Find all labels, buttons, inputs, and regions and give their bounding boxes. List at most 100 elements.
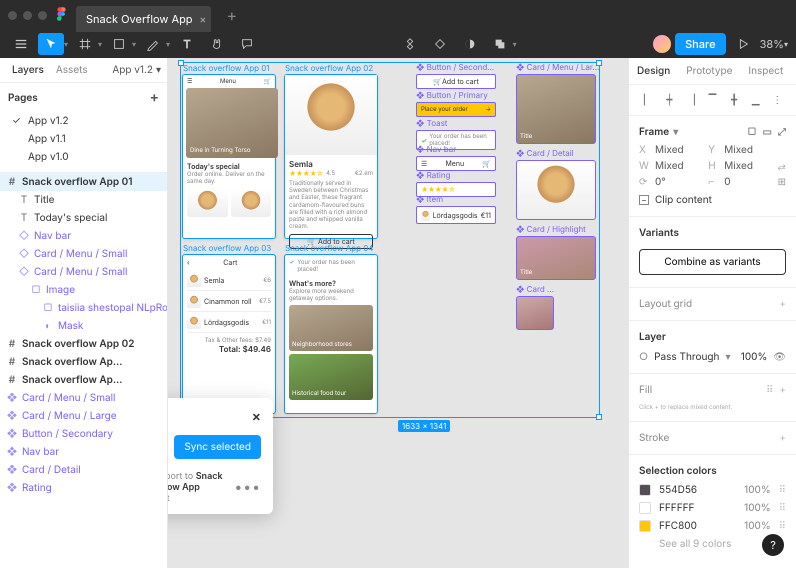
- stroke-heading: Stroke: [639, 432, 669, 444]
- radius-field[interactable]: 0: [724, 176, 730, 188]
- resize-fit-icon[interactable]: ▢: [747, 126, 756, 138]
- layer-row[interactable]: #Snack overflow Ap…: [0, 371, 167, 389]
- x-field[interactable]: Mixed: [655, 144, 684, 156]
- tab-design[interactable]: Design: [629, 58, 678, 84]
- align-vcenter-icon[interactable]: ╋: [723, 91, 745, 109]
- component-tool[interactable]: [397, 33, 423, 55]
- page-dropdown[interactable]: App v1.2▾: [112, 64, 161, 76]
- layer-row[interactable]: ◇Card / Menu / Small: [0, 263, 167, 281]
- layer-row[interactable]: #Snack overflow App 01: [0, 173, 167, 191]
- w-field[interactable]: Mixed: [655, 160, 684, 172]
- clip-content-checkbox[interactable]: Clip content: [655, 194, 712, 206]
- fill-styles-icon[interactable]: ⠿: [766, 384, 773, 396]
- selection-color-row[interactable]: FFC800100%⠿: [629, 517, 796, 535]
- sync-selected-button[interactable]: Sync selected: [174, 435, 261, 459]
- component-button-primary[interactable]: ❖ Button / Primary Place your order→: [416, 102, 496, 117]
- hand-tool[interactable]: [204, 33, 230, 55]
- zoom-level[interactable]: 38%: [760, 37, 784, 51]
- share-button[interactable]: Share: [675, 33, 725, 55]
- page-item[interactable]: App v1.0: [8, 148, 159, 166]
- component-card-small[interactable]: ❖ Card …: [516, 296, 554, 330]
- canvas[interactable]: 1633 × 1341 Snack overflow App 01 ☰Menu🛒…: [168, 58, 628, 568]
- zeplin-popup: Zeplin × # 4 ❖ 10 Sync selected Re-expor…: [168, 398, 273, 514]
- h-field[interactable]: Mixed: [724, 160, 753, 172]
- layer-row[interactable]: #Snack overflow Ap…: [0, 353, 167, 371]
- fill-hint: Click + to replace mixed content.: [629, 400, 796, 415]
- align-top-icon[interactable]: ▔: [702, 91, 724, 109]
- canvas-frame-01[interactable]: Snack overflow App 01 ☰Menu🛒 Dine in Tur…: [182, 74, 276, 239]
- layer-row[interactable]: ▢taisiia shestopal NLpRoIH…: [0, 299, 167, 317]
- help-button[interactable]: ?: [762, 534, 784, 556]
- traffic-lights: [8, 11, 47, 20]
- add-page-button[interactable]: +: [150, 89, 159, 106]
- shape-tool[interactable]: [106, 33, 132, 55]
- layer-row[interactable]: ❖Button / Secondary: [0, 425, 167, 443]
- frame-tool[interactable]: [72, 33, 98, 55]
- layer-row[interactable]: ▢Image: [0, 281, 167, 299]
- align-right-icon[interactable]: ▕: [680, 91, 702, 109]
- close-icon[interactable]: ×: [252, 408, 261, 425]
- instance-tool[interactable]: [427, 33, 453, 55]
- resize-fixed-icon[interactable]: ▭: [763, 126, 772, 138]
- component-card-highlight[interactable]: ❖ Card / Highlight Title: [516, 236, 596, 280]
- selection-dimensions: 1633 × 1341: [398, 420, 450, 432]
- distribute-icon[interactable]: ⋮: [766, 91, 788, 109]
- text-tool[interactable]: [174, 33, 200, 55]
- radius-independent-icon[interactable]: ⊞: [778, 176, 786, 188]
- add-fill-icon[interactable]: +: [779, 384, 786, 396]
- selection-color-row[interactable]: FFFFFF100%⠿: [629, 499, 796, 517]
- combine-variants-button[interactable]: Combine as variants: [639, 249, 786, 275]
- layer-row[interactable]: TTitle: [0, 191, 167, 209]
- component-card-detail[interactable]: ❖ Card / Detail: [516, 160, 596, 220]
- tab-assets[interactable]: Assets: [50, 58, 94, 82]
- user-avatar[interactable]: [653, 35, 671, 53]
- new-tab-button[interactable]: +: [227, 5, 238, 25]
- y-field[interactable]: Mixed: [724, 144, 753, 156]
- align-hcenter-icon[interactable]: ┿: [659, 91, 681, 109]
- opacity-field[interactable]: 100%: [741, 351, 768, 363]
- add-layout-grid-icon[interactable]: +: [779, 298, 786, 310]
- visibility-icon[interactable]: 👁: [773, 351, 786, 363]
- move-tool[interactable]: [38, 33, 64, 55]
- tab-inspect[interactable]: Inspect: [740, 58, 791, 84]
- align-bottom-icon[interactable]: ▁: [745, 91, 767, 109]
- canvas-frame-02[interactable]: Snack overflow App 02 Semla ★★★★☆4.5 €2.…: [284, 74, 378, 239]
- menu-button[interactable]: [8, 33, 34, 55]
- comment-tool[interactable]: [234, 33, 260, 55]
- figma-logo-icon[interactable]: [57, 7, 66, 24]
- align-left-icon[interactable]: ▏: [637, 91, 659, 109]
- page-item[interactable]: App v1.1: [8, 130, 159, 148]
- layer-row[interactable]: ❖Nav bar: [0, 443, 167, 461]
- pages-heading: Pages: [8, 92, 38, 104]
- more-icon[interactable]: •••: [234, 479, 261, 496]
- boolean-tool[interactable]: [487, 33, 513, 55]
- tab-prototype[interactable]: Prototype: [678, 58, 740, 84]
- blend-mode-dropdown[interactable]: Pass Through: [654, 351, 719, 363]
- page-item[interactable]: ✓App v1.2: [8, 112, 159, 130]
- component-navbar[interactable]: ❖ Nav bar ☰Menu🛒: [416, 156, 496, 171]
- add-stroke-icon[interactable]: +: [779, 432, 786, 444]
- canvas-frame-03[interactable]: Snack overflow App 03 ‹Cart Semla€6 Cina…: [182, 254, 276, 414]
- layer-row[interactable]: ❖Rating: [0, 479, 167, 497]
- resize-to-fit-icon[interactable]: ⤢: [778, 126, 786, 138]
- rotation-field[interactable]: 0°: [655, 176, 666, 188]
- layer-row[interactable]: ◇Card / Menu / Small: [0, 245, 167, 263]
- layer-row[interactable]: TToday's special: [0, 209, 167, 227]
- component-item[interactable]: ❖ Item Lördagsgodis€11: [416, 206, 496, 224]
- canvas-frame-04[interactable]: Snack overflow App 04 ✓Your order has be…: [284, 254, 378, 414]
- layer-row[interactable]: ❖Card / Menu / Small: [0, 389, 167, 407]
- component-button-secondary[interactable]: ❖ Button / Second… 🛒 Add to cart: [416, 74, 496, 89]
- layer-row[interactable]: ◐Mask: [0, 317, 167, 335]
- layer-row[interactable]: ◇Nav bar: [0, 227, 167, 245]
- selection-color-row[interactable]: 554D56100%⠿: [629, 481, 796, 499]
- pen-tool[interactable]: [140, 33, 166, 55]
- constrain-icon[interactable]: ⥄: [778, 160, 786, 172]
- mask-tool[interactable]: [457, 33, 483, 55]
- file-tab[interactable]: Snack Overflow App ×: [76, 6, 211, 32]
- layer-row[interactable]: ❖Card / Detail: [0, 461, 167, 479]
- tab-layers[interactable]: Layers: [6, 58, 50, 82]
- layer-row[interactable]: ❖Card / Menu / Large: [0, 407, 167, 425]
- layer-row[interactable]: #Snack overflow App 02: [0, 335, 167, 353]
- component-card-menu-large[interactable]: ❖ Card / Menu / Lar… Title: [516, 74, 596, 144]
- present-button[interactable]: [730, 33, 756, 55]
